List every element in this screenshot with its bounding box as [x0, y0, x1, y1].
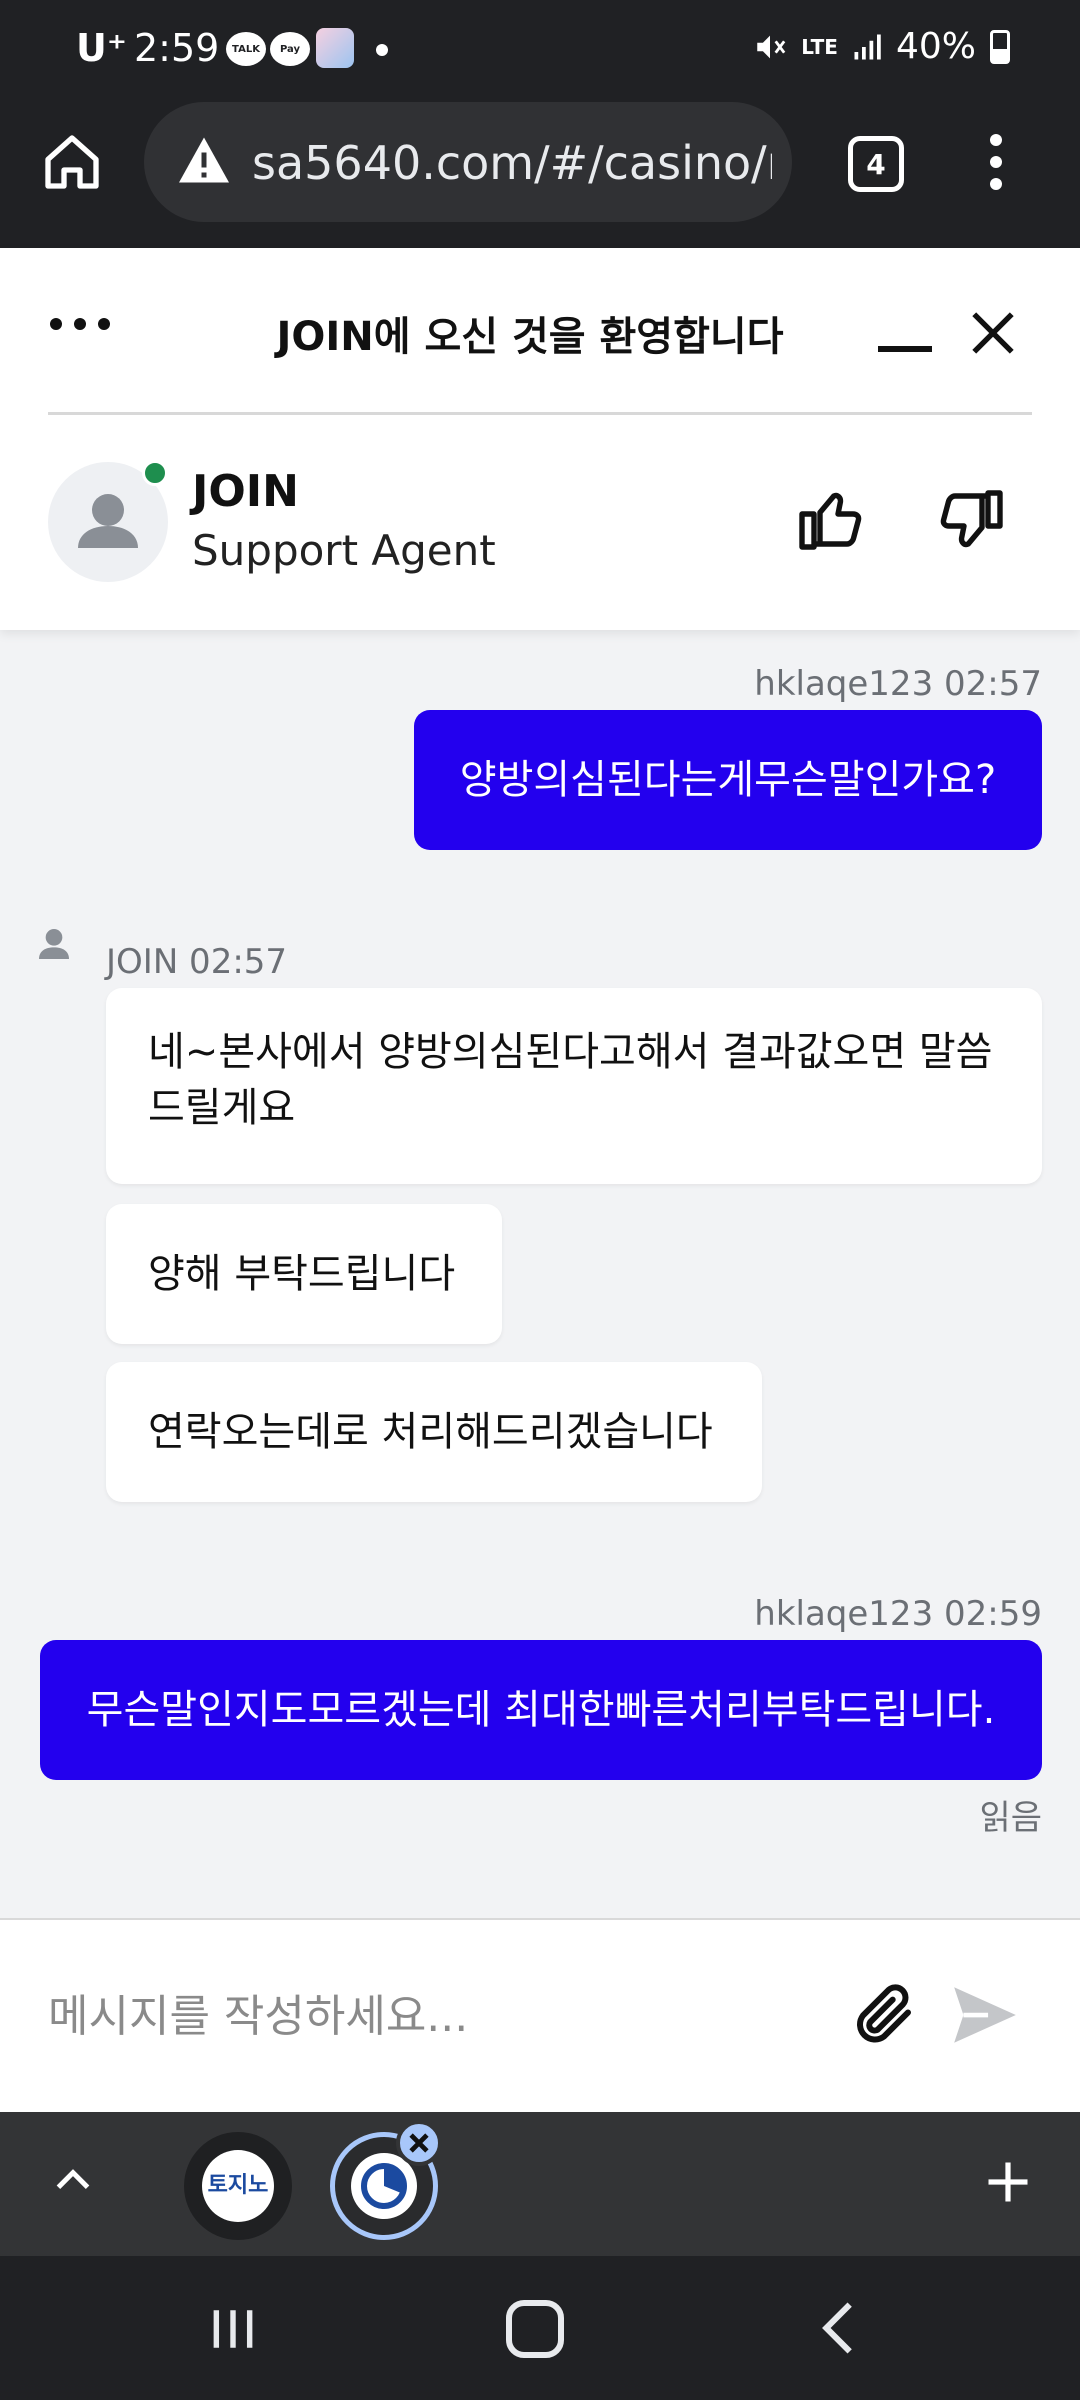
talk-notification-icon: TALK	[226, 32, 266, 66]
more-notifications-dot	[376, 44, 388, 56]
recents-icon[interactable]	[206, 2304, 260, 2354]
message-input[interactable]	[48, 1976, 808, 2056]
warning-icon[interactable]	[174, 130, 234, 190]
message-meta: hklaqe123 02:59	[754, 1594, 1042, 1634]
tab-1-logo: 토지노	[202, 2150, 274, 2222]
chevron-up-icon[interactable]	[48, 2156, 98, 2206]
screen: U⁺ 2:59 TALK Pay LTE 40% sa5640.com/#/ca…	[0, 0, 1080, 2400]
carrier-label: U⁺	[76, 26, 127, 70]
tab-thumbnail-1[interactable]: 토지노	[184, 2132, 292, 2240]
home-icon[interactable]	[40, 130, 104, 194]
network-type: LTE	[801, 34, 838, 59]
incoming-message-bubble: 양해 부탁드립니다	[106, 1204, 502, 1344]
status-bar: U⁺ 2:59 TALK Pay LTE 40%	[0, 0, 1080, 100]
close-tab-icon[interactable]	[396, 2120, 442, 2166]
send-icon[interactable]	[948, 1978, 1022, 2052]
system-nav-bar	[0, 2256, 1080, 2400]
agent-role: Support Agent	[192, 526, 496, 575]
more-vert-icon[interactable]	[978, 134, 1014, 196]
outgoing-message-bubble: 무슨말인지도모르겠는데 최대한빠른처리부탁드립니다.	[40, 1640, 1042, 1780]
url-bar[interactable]: sa5640.com/#/casino/r	[144, 102, 792, 222]
agent-person-icon	[39, 929, 69, 959]
agent-name: JOIN	[192, 466, 299, 517]
signal-icon	[854, 34, 881, 59]
paperclip-icon[interactable]	[848, 1978, 920, 2050]
nav-home-icon[interactable]	[506, 2300, 564, 2358]
outgoing-message-bubble: 양방의심된다는게무슨말인가요?	[414, 710, 1042, 850]
incoming-message-bubble: 연락오는데로 처리해드리겠습니다	[106, 1362, 762, 1502]
back-icon[interactable]	[818, 2300, 858, 2356]
thumbs-down-icon[interactable]	[934, 484, 1006, 556]
plus-icon[interactable]	[982, 2156, 1034, 2208]
browser-toolbar: sa5640.com/#/casino/r 4	[0, 100, 1080, 248]
avatar-notification-icon	[316, 28, 354, 68]
message-composer	[0, 1918, 1080, 2112]
thumbs-up-icon[interactable]	[796, 484, 868, 556]
minimize-icon[interactable]	[878, 326, 932, 352]
close-icon[interactable]	[968, 308, 1018, 358]
mute-icon	[757, 35, 786, 58]
online-status-dot	[142, 460, 168, 486]
header-divider	[48, 412, 1032, 415]
chat-header: JOIN에 오신 것을 환영합니다 JOIN Support Agent	[0, 248, 1080, 630]
tabs-button[interactable]: 4	[848, 136, 904, 192]
tab-strip: 토지노	[0, 2112, 1080, 2256]
status-time: 2:59	[134, 26, 220, 70]
battery-icon	[990, 29, 1010, 64]
incoming-message-bubble: 네~본사에서 양방의심된다고해서 결과값오면 말씀드릴게요	[106, 988, 1042, 1184]
battery-percent: 40%	[895, 26, 976, 67]
message-meta: hklaqe123 02:57	[754, 664, 1042, 704]
chat-title: JOIN에 오신 것을 환영합니다	[276, 314, 784, 360]
url-text[interactable]: sa5640.com/#/casino/r	[252, 136, 772, 190]
message-meta: JOIN 02:57	[106, 942, 288, 982]
pay-notification-icon: Pay	[270, 32, 310, 66]
status-right: LTE 40%	[753, 26, 1010, 67]
more-horiz-icon[interactable]	[50, 318, 120, 338]
read-receipt: 읽음	[979, 1798, 1042, 1838]
